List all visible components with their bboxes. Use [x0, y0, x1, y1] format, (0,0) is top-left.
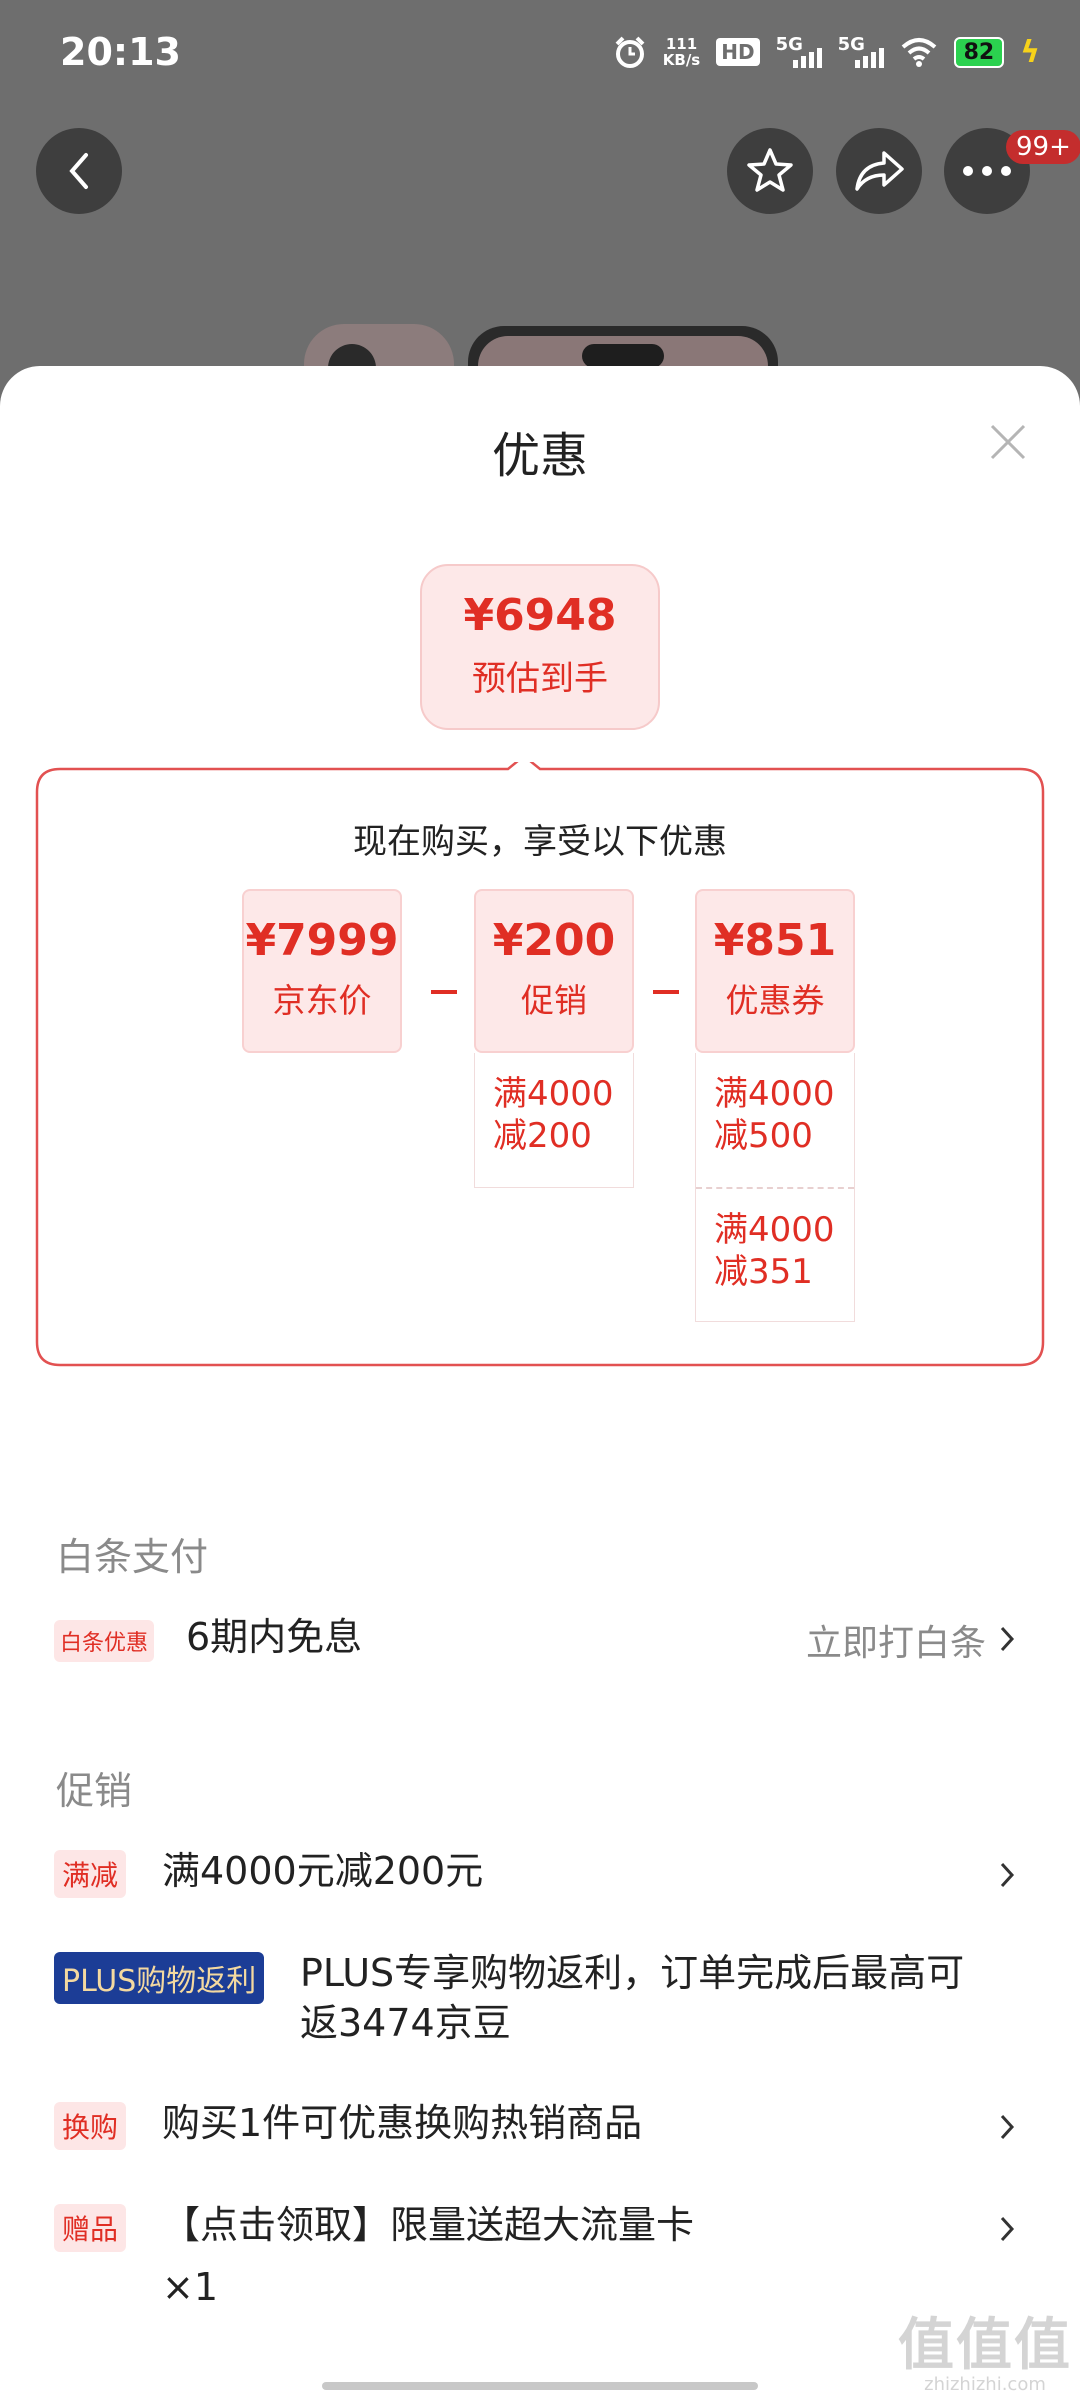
- jd-price-label: 京东价: [272, 981, 372, 1020]
- promotion-row-manjian[interactable]: 满减 满4000元减200元: [0, 1844, 1080, 1904]
- huangou-tag: 换购: [54, 2102, 127, 2150]
- gift-text: 【点击领取】限量送超大流量卡: [162, 2203, 695, 2247]
- promotion-condition: 满4000 减200: [475, 1053, 633, 1187]
- manjian-tag: 满减: [54, 1850, 127, 1898]
- promotion-conditions: 满4000 减200: [474, 1053, 634, 1188]
- jd-price-value: ¥7999: [245, 915, 399, 966]
- baitiao-tag: 白条优惠: [54, 1620, 155, 1662]
- battery-indicator: 82: [953, 36, 1005, 68]
- alarm-icon: [615, 36, 645, 68]
- notification-badge: 99+: [1006, 130, 1080, 164]
- estimated-price: ¥6948: [463, 590, 617, 641]
- share-button[interactable]: [836, 128, 922, 214]
- watermark: 值值值 zhizhizhi.com: [898, 2313, 1072, 2396]
- coupon-card: ¥851 优惠券: [695, 889, 855, 1053]
- home-indicator[interactable]: [322, 2382, 758, 2390]
- share-icon: [855, 151, 904, 191]
- plus-rebate-text-line1: PLUS专享购物返利，订单完成后最高可: [300, 1951, 965, 1995]
- breakdown-heading: 现在购买，享受以下优惠: [353, 822, 727, 862]
- close-icon[interactable]: [988, 422, 1028, 462]
- baitiao-action[interactable]: 立即打白条: [806, 1614, 986, 1666]
- status-icons: 111 KB/s HD 5G 5G 82 ϟ: [613, 34, 1040, 70]
- chevron-right-icon: [1000, 1862, 1015, 1888]
- coupon-condition: 满4000 减351: [696, 1187, 854, 1321]
- charging-icon: ϟ: [1020, 34, 1040, 70]
- gift-tag: 赠品: [54, 2204, 127, 2252]
- coupon-label: 优惠券: [725, 981, 825, 1020]
- more-dots-icon: [963, 166, 1011, 176]
- network-speed: 111 KB/s: [663, 36, 700, 68]
- sim1-signal-icon: 5G: [776, 34, 822, 70]
- price-breakdown: 现在购买，享受以下优惠 ¥7999 京东价 ¥200 促销 满4000 减200…: [30, 762, 1050, 1372]
- status-bar: 20:13 111 KB/s HD 5G 5G 82 ϟ: [0, 0, 1080, 110]
- promotion-row-huangou[interactable]: 换购 购买1件可优惠换购热销商品: [0, 2096, 1080, 2156]
- condition-text: 满4000 减200: [493, 1074, 614, 1156]
- hd-voice-icon: HD: [716, 38, 760, 66]
- star-icon: [747, 148, 793, 192]
- plus-rebate-text-line2: 返3474京豆: [300, 2001, 511, 2045]
- minus-sign: [431, 990, 457, 994]
- plus-rebate-tag: PLUS购物返利: [54, 1952, 265, 2004]
- discount-sheet: 优惠 ¥6948 预估到手 现在购买，享受以下优惠 ¥7999 京东价 ¥200…: [0, 366, 1080, 2400]
- baitiao-text: 6期内免息: [186, 1615, 363, 1659]
- status-time: 20:13: [60, 30, 181, 74]
- chevron-right-icon: [1000, 2114, 1015, 2140]
- baitiao-row[interactable]: 白条优惠 6期内免息 立即打白条: [0, 1610, 1080, 1670]
- huangou-text: 购买1件可优惠换购热销商品: [162, 2101, 643, 2145]
- promotion-row-gift[interactable]: 赠品 【点击领取】限量送超大流量卡 ×1: [0, 2198, 1080, 2318]
- network-speed-unit: KB/s: [662, 51, 701, 69]
- favorite-button[interactable]: [727, 128, 813, 214]
- chevron-left-icon: [69, 153, 88, 189]
- manjian-text: 满4000元减200元: [162, 1849, 484, 1893]
- coupon-conditions: 满4000 减500 满4000 减351: [695, 1053, 855, 1322]
- chevron-right-icon: [1000, 2216, 1015, 2242]
- promotion-label: 促销: [521, 981, 587, 1020]
- watermark-logo: 值值值: [898, 2313, 1072, 2378]
- promotions-section-title: 促销: [56, 1769, 133, 1813]
- baitiao-section-title: 白条支付: [56, 1535, 209, 1579]
- sheet-title: 优惠: [491, 428, 588, 484]
- coupon-value: ¥851: [713, 915, 837, 966]
- gift-quantity: ×1: [162, 2265, 219, 2309]
- coupon-condition: 满4000 减500: [696, 1053, 854, 1187]
- condition-text: 满4000 减351: [714, 1210, 835, 1292]
- condition-text: 满4000 减500: [714, 1074, 835, 1156]
- promotion-value: ¥200: [492, 915, 616, 966]
- promotion-row-plus[interactable]: PLUS购物返利 PLUS专享购物返利，订单完成后最高可 返3474京豆: [0, 1948, 1080, 2058]
- sim2-signal-icon: 5G: [838, 34, 884, 70]
- back-button[interactable]: [36, 128, 122, 214]
- network-speed-value: 111: [665, 35, 698, 53]
- chevron-right-icon: [1000, 1626, 1015, 1652]
- wifi-icon: [901, 38, 936, 67]
- promotion-card: ¥200 促销: [474, 889, 634, 1053]
- jd-price-card: ¥7999 京东价: [242, 889, 402, 1053]
- estimated-price-box: ¥6948 预估到手: [420, 564, 660, 730]
- minus-sign: [653, 990, 679, 994]
- estimated-price-label: 预估到手: [472, 659, 608, 699]
